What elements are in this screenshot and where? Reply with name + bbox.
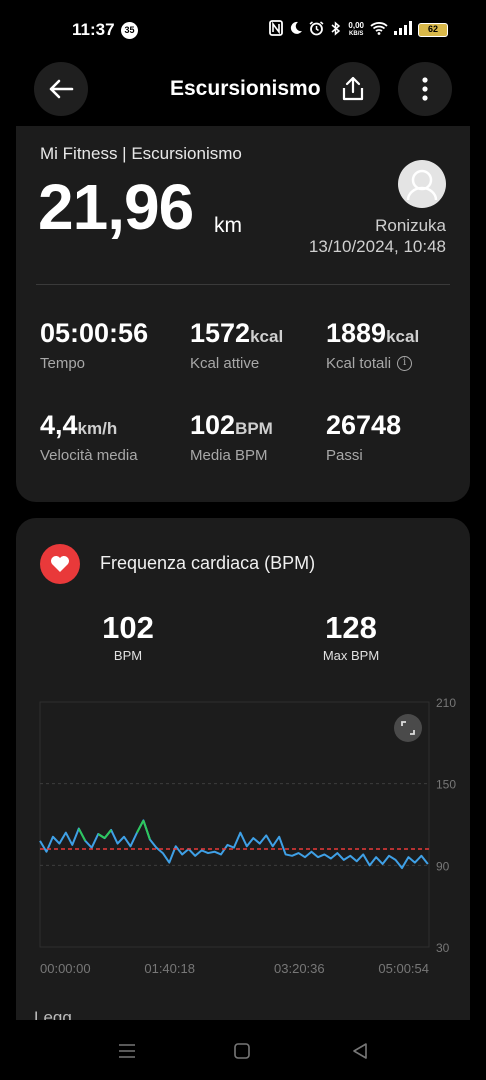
network-speed: 0,00 KB/S	[348, 20, 364, 38]
network-speed-unit: KB/S	[349, 30, 364, 37]
stat-active-kcal: 1572kcal Kcal attive	[190, 318, 283, 372]
expand-icon	[394, 714, 422, 742]
y-tick-label: 210	[436, 696, 456, 710]
back-button[interactable]	[34, 62, 88, 116]
recent-apps-button[interactable]	[115, 1040, 139, 1062]
bluetooth-icon	[330, 20, 342, 39]
home-square-icon	[234, 1043, 250, 1059]
distance-value: 21,96	[38, 171, 194, 243]
stat-label: Velocità media	[40, 447, 138, 464]
stat-value: 05:00:56	[40, 318, 149, 348]
back-triangle-icon	[353, 1043, 367, 1059]
x-tick-label: 01:40:18	[144, 961, 195, 976]
stat-label: Kcal attive	[190, 355, 260, 372]
status-icons: 0,00 KB/S 62	[269, 20, 448, 39]
stat-label: Media BPM	[190, 447, 268, 464]
stat-avg-speed: 4,4km/h Velocità media	[40, 410, 138, 464]
stat-value: 1572	[190, 318, 251, 348]
y-tick-label: 150	[436, 778, 456, 792]
x-tick-label: 03:20:36	[274, 961, 325, 976]
stat-value: 26748	[326, 410, 402, 440]
stat-total-kcal: 1889kcal Kcal totali i	[326, 318, 419, 372]
more-vertical-icon	[422, 77, 428, 101]
page-title: Escursionismo	[170, 77, 321, 100]
nfc-icon	[269, 20, 284, 39]
stat-label: Tempo	[40, 355, 86, 372]
workout-source-subtitle: Mi Fitness | Escursionismo	[40, 144, 242, 163]
avatar-person-icon	[406, 169, 438, 201]
stat-label: Passi	[326, 447, 363, 464]
home-button[interactable]	[230, 1040, 254, 1062]
x-tick-label: 05:00:54	[378, 961, 429, 976]
network-speed-value: 0,00	[348, 20, 364, 30]
status-time: 11:37	[72, 20, 115, 39]
high-zone-segment	[136, 819, 145, 834]
share-button[interactable]	[326, 62, 380, 116]
menu-icon	[119, 1044, 135, 1058]
high-zone-segment	[142, 820, 151, 840]
status-bar: 11:37 35 0,00 KB/S 62	[0, 0, 486, 60]
stat-unit: BPM	[235, 419, 273, 438]
stat-unit: kcal	[386, 327, 420, 346]
stat-avg-bpm: 102BPM Media BPM	[190, 410, 273, 464]
stat-duration: 05:00:56 Tempo	[40, 318, 148, 372]
stat-unit: kcal	[250, 327, 284, 346]
heart-rate-card: Frequenza cardiaca (BPM) 102 BPM 128 Max…	[16, 518, 470, 1038]
user-avatar[interactable]	[398, 160, 446, 208]
workout-datetime: 13/10/2024, 10:48	[308, 237, 446, 256]
user-name: Ronizuka	[375, 216, 446, 235]
workout-summary-card: Mi Fitness | Escursionismo 21,96 km Roni…	[16, 126, 470, 502]
system-back-button[interactable]	[348, 1040, 372, 1062]
stat-label: Kcal totali	[326, 355, 392, 372]
info-icon[interactable]: i	[397, 356, 413, 371]
stat-value: 102	[190, 410, 236, 440]
high-zone-segment	[77, 828, 87, 842]
high-zone-segment	[103, 829, 112, 839]
stat-unit: km/h	[77, 419, 118, 438]
wifi-icon	[370, 21, 388, 38]
stat-value: 4,4	[40, 410, 78, 440]
x-tick-label: 00:00:00	[40, 961, 91, 976]
divider	[36, 284, 450, 285]
stat-steps: 26748 Passi	[326, 410, 401, 464]
signal-icon	[394, 21, 412, 38]
y-tick-label: 90	[436, 859, 450, 873]
arrow-left-icon	[49, 79, 74, 99]
share-icon	[342, 76, 364, 101]
high-zone-segment	[97, 833, 106, 839]
notification-count-badge: 35	[121, 22, 138, 39]
battery-icon: 62	[418, 22, 448, 37]
do-not-disturb-moon-icon	[289, 21, 303, 38]
stat-value: 1889	[326, 318, 387, 348]
chart-frame	[39, 701, 430, 948]
expand-chart-button[interactable]	[394, 714, 422, 742]
alarm-icon	[309, 20, 324, 39]
heart-rate-series-line	[39, 819, 429, 870]
heart-rate-chart: 210 150 90 30 00:00:00 01:40:18 03:20:36 05:00:…	[39, 696, 456, 976]
system-nav-bar	[0, 1020, 486, 1080]
more-options-button[interactable]	[398, 62, 452, 116]
y-tick-label: 30	[436, 941, 450, 955]
distance-unit: km	[214, 214, 242, 237]
